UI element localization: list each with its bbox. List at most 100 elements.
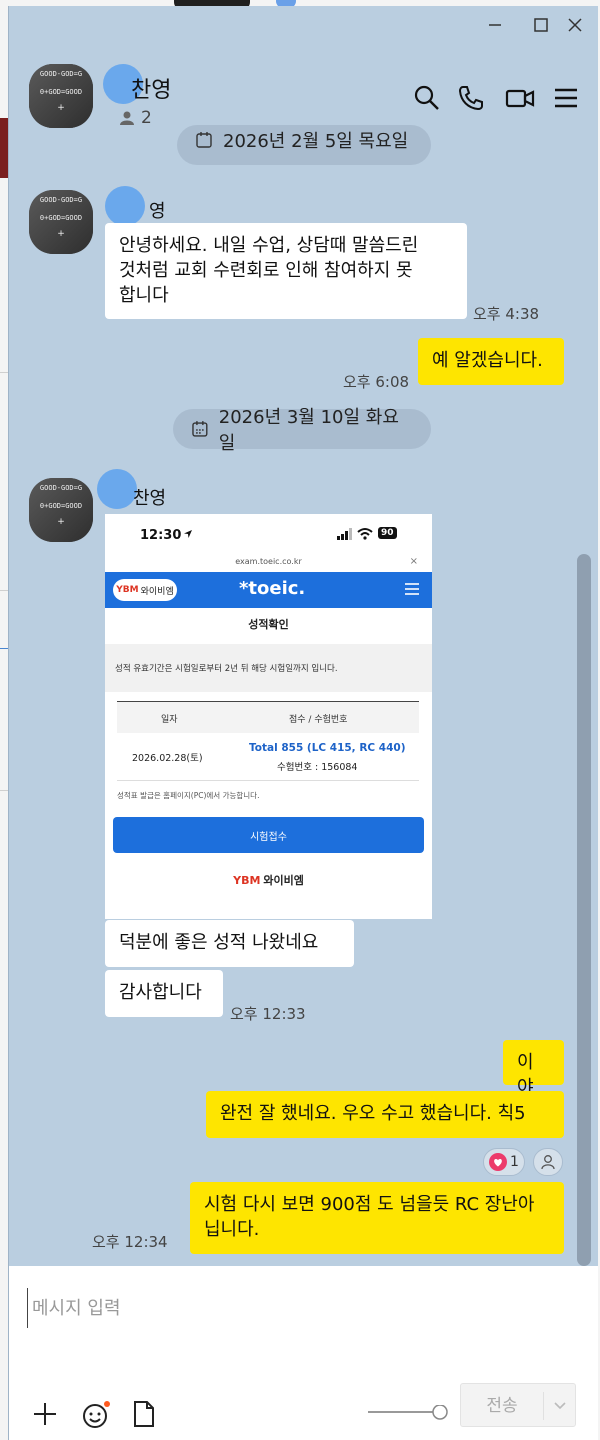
reaction-count: 1 (510, 1154, 519, 1170)
send-divider (543, 1392, 544, 1420)
maximize-icon (534, 18, 548, 32)
date-divider-label: 2026년 3월 10일 화요일 (218, 407, 399, 454)
message-line: 안녕하세요. 내일 수업, 상담때 말씀드린 (119, 235, 419, 256)
my-message-bubble[interactable]: 예 알겠습니다. (418, 338, 564, 385)
heart-reaction[interactable]: 1 (483, 1148, 525, 1176)
file-icon (134, 1401, 154, 1427)
minimize-button[interactable] (483, 16, 507, 40)
sender-name: 찬영 (133, 488, 167, 509)
signal-icon (337, 528, 352, 540)
image-attachment[interactable]: 12:30 90 exam.toeic.co.kr × YBM 와이비엠 *toe… (105, 514, 432, 919)
background-divider (0, 790, 8, 791)
ybm-logo-mark: YBM (116, 585, 139, 595)
emoji-icon (83, 1401, 110, 1428)
message-input[interactable] (27, 1288, 567, 1328)
attach-plus-button[interactable] (31, 1400, 61, 1430)
exam-register-button: 시험접수 (113, 817, 424, 853)
svg-text:+: + (57, 103, 65, 113)
toeic-notice-text: 성적 유효기간은 시험일로부터 2년 뒤 해당 시험일까지 입니다. (115, 664, 338, 674)
toeic-logo: *toeic. (239, 578, 306, 599)
sender-name: 영 (149, 201, 166, 222)
plus-icon (34, 1403, 56, 1425)
wifi-icon (357, 528, 373, 540)
send-label: 전송 (486, 1396, 518, 1416)
message-bubble[interactable]: 감사합니다 (105, 970, 223, 1017)
my-message-bubble[interactable]: 완전 잘 했네요. 우오 수고 했습니다. 칙5 (206, 1091, 564, 1138)
search-button[interactable] (413, 84, 443, 114)
message-text: 예 알겠습니다. (432, 350, 543, 371)
message-time: 오후 4:38 (473, 305, 540, 323)
score-table-row: 2026.02.28(토) Total 855 (LC 415, RC 440)… (117, 733, 419, 781)
emoticon-button[interactable] (81, 1400, 111, 1430)
toeic-page-title: 성적확인 (248, 618, 289, 631)
heart-icon (489, 1153, 508, 1171)
background-banner (0, 118, 8, 178)
maximize-button[interactable] (529, 16, 553, 40)
battery-level: 90 (378, 527, 397, 539)
send-button[interactable]: 전송 (460, 1383, 576, 1427)
message-line: 시험 다시 보면 900점 도 넘을듯 RC 장난아 (204, 1194, 535, 1215)
date-divider-label: 2026년 2월 5일 목요일 (223, 131, 409, 152)
toeic-notice: 성적 유효기간은 시험일로부터 2년 뒤 해당 시험일까지 입니다. (105, 644, 432, 692)
svg-text:GOOD-GOD=G: GOOD-GOD=G (40, 196, 82, 204)
col-date: 일자 (161, 715, 178, 725)
profile-avatar[interactable]: GOOD-GOD=G 0+GOD=GOOD + (29, 64, 93, 128)
chevron-down-icon[interactable] (551, 1396, 569, 1414)
my-message-bubble[interactable]: 시험 다시 보면 900점 도 넘을듯 RC 장난아 닙니다. (190, 1182, 564, 1254)
close-button[interactable] (563, 16, 587, 40)
message-line: 합니다 (119, 285, 169, 306)
date-divider: 2026년 3월 10일 화요일 (173, 407, 431, 454)
phone-icon (458, 86, 483, 111)
toeic-note: 성적표 발급은 홈페이지(PC)에서 가능합니다. (117, 791, 260, 800)
transparency-slider[interactable] (364, 1404, 452, 1429)
message-bubble[interactable]: 덕분에 좋은 성적 나왔네요 (105, 920, 354, 967)
exam-score: Total 855 (LC 415, RC 440) (249, 742, 406, 754)
title-bar (9, 6, 598, 50)
chat-title[interactable]: 찬영 (131, 72, 171, 104)
sender-avatar[interactable]: GOOD-GOD=G 0+GOD=GOOD + (29, 190, 93, 254)
member-count-value: 2 (141, 108, 152, 128)
score-table: 일자 점수 / 수험번호 2026.02.28(토) Total 855 (LC… (117, 701, 419, 781)
name-redaction (97, 469, 137, 509)
message-list[interactable]: 2026년 2월 5일 목요일 GOOD-GOD=G 0+GOD=GOOD + … (9, 125, 598, 1266)
person-icon (541, 1155, 555, 1170)
svg-text:+: + (57, 229, 65, 239)
svg-text:GOOD-GOD=G: GOOD-GOD=G (40, 70, 82, 78)
message-text: 완전 잘 했네요. 우오 수고 했습니다. 칙5 (220, 1103, 526, 1124)
call-button[interactable] (457, 84, 487, 114)
message-time: 오후 12:34 (92, 1233, 168, 1251)
ybm-brand-badge: YBM 와이비엠 (113, 579, 177, 601)
svg-text:0+GOD=GOOD: 0+GOD=GOOD (40, 502, 82, 510)
video-call-button[interactable] (505, 84, 535, 114)
message-line: 닙니다. (204, 1219, 260, 1240)
message-text: 덕분에 좋은 성적 나왔네요 (119, 932, 319, 953)
message-text: 감사합니다 (119, 982, 202, 1003)
svg-text:0+GOD=GOOD: 0+GOD=GOOD (40, 214, 82, 222)
scrollbar-thumb[interactable] (577, 554, 591, 1266)
ybm-logo-mark: YBM (233, 874, 261, 887)
add-reaction-button[interactable] (533, 1148, 563, 1176)
browser-close-icon: × (409, 556, 418, 567)
background-divider (0, 590, 8, 591)
phone-status-bar: 12:30 90 (105, 514, 432, 558)
background-divider (0, 648, 8, 649)
background-divider (0, 372, 8, 373)
message-line: 것처럼 교회 수련회로 인해 참여하지 못 (119, 260, 413, 281)
minimize-icon (489, 24, 501, 26)
location-arrow-icon (184, 530, 192, 538)
menu-button[interactable] (553, 84, 583, 114)
message-time: 오후 6:08 (343, 373, 410, 391)
my-message-bubble[interactable]: 이야 (503, 1040, 564, 1098)
message-bubble[interactable]: 안녕하세요. 내일 수업, 상담때 말씀드린 것처럼 교회 수련회로 인해 참여… (105, 223, 467, 319)
member-count[interactable]: 2 (119, 108, 152, 128)
exam-number: 수험번호 : 156084 (277, 762, 358, 773)
ybm-footer-text: 와이비엠 (263, 874, 304, 887)
message-time: 오후 12:33 (230, 1005, 306, 1023)
file-button[interactable] (131, 1400, 161, 1430)
ybm-brand-text: 와이비엠 (140, 586, 174, 597)
score-table-header: 일자 점수 / 수험번호 (117, 702, 419, 733)
profile-image: GOOD-GOD=G 0+GOD=GOOD + (29, 64, 93, 128)
sender-avatar[interactable]: GOOD-GOD=G 0+GOD=GOOD + (29, 478, 93, 542)
phone-clock: 12:30 (140, 528, 182, 543)
col-score: 점수 / 수험번호 (289, 715, 348, 725)
